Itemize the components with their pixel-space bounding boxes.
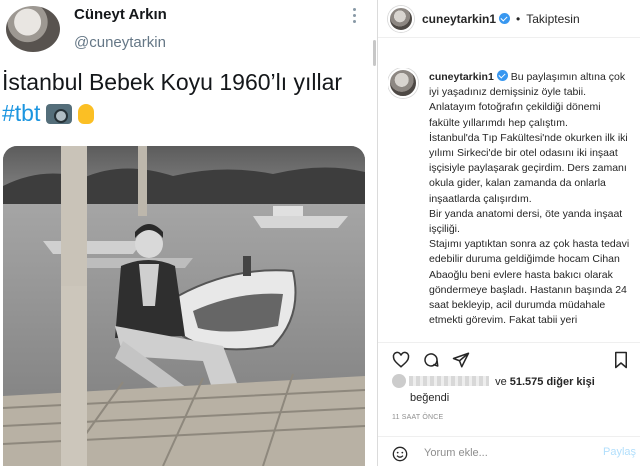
tweet-author-handle[interactable]: @cuneytarkin (74, 34, 166, 51)
hashtag-link[interactable]: #tbt (2, 100, 40, 127)
tweet-text: İstanbul Bebek Koyu 1960’lı yıllar (2, 69, 343, 95)
profile-username[interactable]: cuneytarkin1 (422, 12, 496, 26)
post-caption: cuneytarkin1 Bu paylaşımın altına çok iy… (388, 68, 636, 342)
tweet-photo[interactable] (3, 146, 365, 466)
post-header: cuneytarkin1 • Takiptesin (378, 0, 640, 38)
caption-paragraph: İstanbul'da Tıp Fakültesi'nde okurken il… (429, 131, 628, 205)
save-bookmark-icon[interactable] (612, 351, 630, 369)
tweet-author-name[interactable]: Cüneyt Arkın (74, 6, 167, 23)
caption-username[interactable]: cuneytarkin1 (429, 71, 494, 83)
heart-icon[interactable] (392, 351, 410, 369)
comment-icon[interactable] (422, 351, 440, 369)
post-timestamp[interactable]: 11 SAAT ÖNCE (392, 414, 443, 421)
instagram-panel: cuneytarkin1 • Takiptesin cuneytarkin1 B… (378, 0, 640, 466)
caption-avatar[interactable] (388, 68, 418, 98)
share-icon[interactable] (452, 351, 470, 369)
profile-avatar[interactable] (388, 5, 414, 32)
separator-dot: • (516, 11, 521, 26)
scrollbar[interactable] (373, 40, 376, 66)
liker-name-blurred (409, 376, 489, 386)
likes-summary: ve 51.575 diğer kişi beğendi (392, 374, 632, 406)
liker-avatar[interactable] (392, 374, 406, 388)
post-comment-button[interactable]: Paylaş (603, 446, 636, 458)
post-actions (378, 342, 640, 372)
comment-bar: Paylaş (378, 436, 640, 466)
likes-suffix: beğendi (410, 392, 450, 404)
verified-badge-icon (496, 70, 508, 81)
emoji-icon[interactable] (392, 446, 408, 462)
likes-count-link[interactable]: 51.575 diğer kişi (510, 376, 595, 388)
vintage-photo-illustration (3, 146, 365, 466)
caption-paragraph: Bir yanda anatomi dersi, öte yanda inşaa… (429, 207, 623, 236)
camera-with-flash-icon (46, 103, 73, 124)
caption-text: cuneytarkin1 Bu paylaşımın altına çok iy… (429, 70, 634, 328)
ok-hand-icon (78, 103, 95, 124)
tweet-card: Cüneyt Arkın @cuneytarkin İstanbul Bebek… (0, 0, 377, 466)
comment-input[interactable] (424, 444, 584, 462)
likes-prefix: ve (495, 376, 507, 388)
following-status-button[interactable]: Takiptesin (526, 12, 579, 26)
tweet-hashtags: #tbt (2, 100, 95, 127)
caption-paragraph: Stajımı yaptıktan sonra az çok hasta ted… (429, 238, 630, 327)
more-options-icon[interactable] (350, 8, 358, 26)
tweet-avatar[interactable] (6, 6, 60, 52)
verified-badge-icon (499, 13, 511, 24)
